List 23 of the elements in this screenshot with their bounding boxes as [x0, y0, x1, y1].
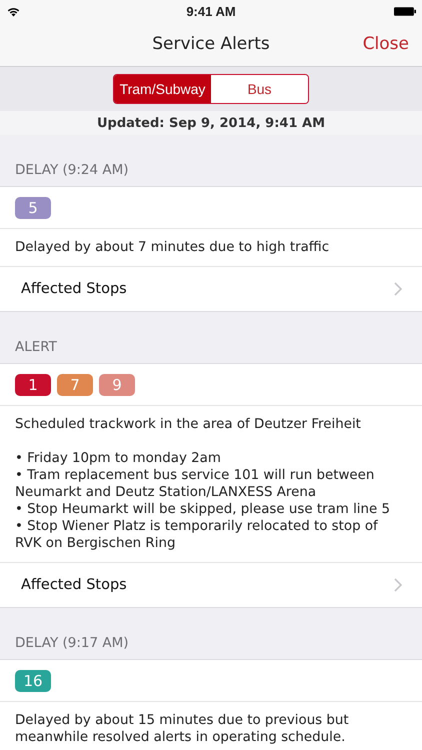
- segment-tab[interactable]: Tram/Subway: [114, 75, 211, 103]
- section-header: ALERT: [15, 339, 57, 355]
- chevron-icon: [394, 578, 402, 592]
- segment-tab[interactable]: Bus: [211, 75, 308, 103]
- line-badge: 16: [15, 670, 51, 692]
- close-button[interactable]: Close: [362, 34, 409, 54]
- section-header: DELAY (9:17 AM): [15, 635, 129, 651]
- screen-title: Service Alerts: [152, 34, 270, 54]
- wifi-icon: [6, 6, 21, 16]
- alert-description: Delayed by about 15 minutes due to previous but meanwhile resolved alerts in operating schedule.: [15, 712, 350, 746]
- line-badge: 5: [15, 197, 51, 219]
- affected-stops-row[interactable]: Affected Stops: [0, 267, 422, 311]
- chevron-icon: [394, 282, 402, 296]
- battery-icon: [394, 6, 416, 16]
- line-badge: 7: [57, 374, 93, 396]
- section-header: DELAY (9:24 AM): [15, 162, 129, 178]
- alert-description: Delayed by about 7 minutes due to high traffic: [15, 239, 330, 256]
- affected-stops-row[interactable]: Affected Stops: [0, 563, 422, 607]
- updated-bar: Updated: Sep 9, 2014, 9:41 AM: [0, 111, 422, 135]
- alert-description: Scheduled trackwork in the area of Deutzer Freiheit • Friday 10pm to monday 2am • Tram replacement bus service 101 will run between Neumarkt and Deutz Station/LANXESS Arena • Stop Heumarkt will be skipped, please use tram line 5 • Stop Wiener Platz is temporarily relocated to stop of RVK on Bergischen Ring: [15, 416, 392, 552]
- line-badge: 1: [15, 374, 51, 396]
- line-badge: 9: [99, 374, 135, 396]
- status-time: 9:41 AM: [186, 4, 236, 18]
